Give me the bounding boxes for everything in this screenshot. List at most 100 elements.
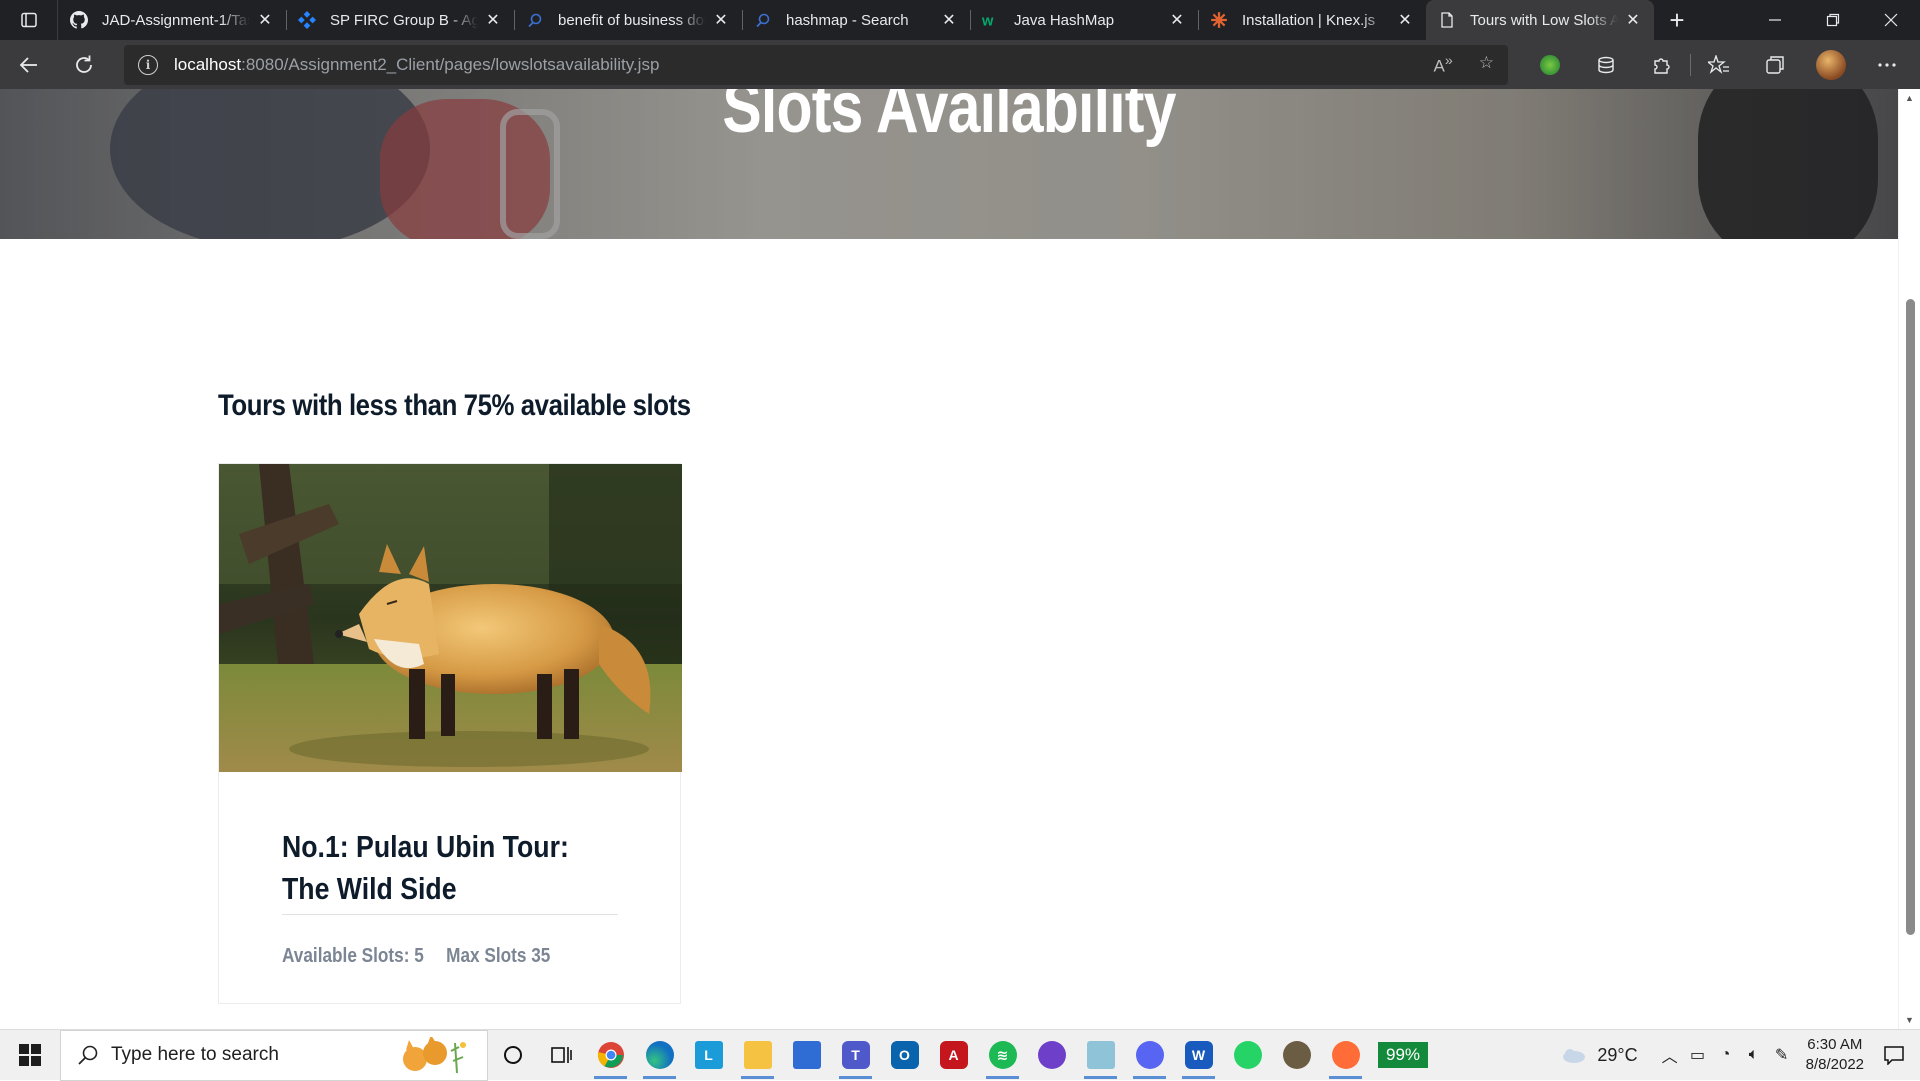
url-host: localhost	[174, 54, 242, 74]
browser-tab-strip: JAD-Assignment-1/Tasks ✕ SP FIRC Group B…	[0, 0, 1920, 40]
teams-app-icon[interactable]: T	[831, 1030, 880, 1081]
task-view-button[interactable]	[537, 1030, 586, 1081]
add-favorite-icon[interactable]: ☆	[1479, 53, 1494, 77]
tour-card[interactable]: No.1: Pulau Ubin Tour: The Wild Side Ava…	[218, 463, 682, 1004]
address-bar[interactable]: i localhost:8080/Assignment2_Client/page…	[124, 44, 1508, 85]
new-tab-button[interactable]: +	[1654, 0, 1700, 40]
tab-sp-firc[interactable]: SP FIRC Group B - Agile ✕	[286, 0, 514, 40]
file-explorer-icon[interactable]	[733, 1030, 782, 1081]
tab-hashmap-search[interactable]: hashmap - Search ✕	[742, 0, 970, 40]
edge-app-icon[interactable]	[635, 1030, 684, 1081]
chevron-up-icon[interactable]: ︿	[1656, 1043, 1684, 1067]
reload-button[interactable]	[56, 40, 112, 89]
tour-title[interactable]: No.1: Pulau Ubin Tour: The Wild Side	[282, 826, 617, 914]
tab-low-slots[interactable]: Tours with Low Slots Availability ✕	[1426, 0, 1654, 40]
tab-benefit-business[interactable]: benefit of business domains ✕	[514, 0, 742, 40]
tab-actions-button[interactable]	[0, 0, 58, 40]
pen-icon[interactable]: ✎	[1768, 1045, 1796, 1065]
fox-photo[interactable]	[219, 464, 682, 772]
tab-close-icon[interactable]: ✕	[256, 11, 274, 29]
windows-taskbar: Type here to search L T O A ≋ W 99% 29°C…	[0, 1029, 1920, 1081]
reload-icon	[76, 55, 92, 73]
tab-title: Installation | Knex.js	[1242, 11, 1376, 29]
hero-title: Slots Availability	[722, 89, 1176, 148]
arrow-left-icon	[19, 56, 37, 73]
extension-globe-icon[interactable]	[1522, 40, 1578, 89]
more-menu-icon[interactable]	[1859, 40, 1915, 89]
tab-title: hashmap - Search	[786, 11, 909, 29]
available-slots: Available Slots: 5	[282, 945, 424, 967]
favorites-icon[interactable]	[1691, 40, 1747, 89]
clock[interactable]: 6:30 AM 8/8/2022	[1806, 1035, 1864, 1075]
taskbar-search-input[interactable]: Type here to search	[60, 1029, 488, 1081]
extensions-puzzle-icon[interactable]	[1634, 40, 1690, 89]
outlook-app-icon[interactable]: O	[880, 1030, 929, 1081]
scroll-up-icon[interactable]: ▲	[1899, 89, 1920, 107]
tab-title: SP FIRC Group B - Agile	[330, 11, 478, 29]
tab-close-icon[interactable]: ✕	[712, 11, 730, 29]
card-divider	[282, 914, 618, 915]
tab-knex-installation[interactable]: Installation | Knex.js ✕	[1198, 0, 1426, 40]
spotify-app-icon[interactable]: ≋	[978, 1030, 1027, 1081]
notifications-icon[interactable]	[1880, 1045, 1908, 1065]
close-window-button[interactable]	[1862, 0, 1920, 40]
clock-date: 8/8/2022	[1805, 1056, 1864, 1073]
scroll-down-icon[interactable]: ▼	[1899, 1011, 1920, 1029]
start-button[interactable]	[0, 1030, 60, 1081]
profile-avatar[interactable]	[1803, 40, 1859, 89]
store-app-icon[interactable]	[782, 1030, 831, 1081]
github-icon	[70, 11, 88, 29]
tab-close-icon[interactable]: ✕	[484, 11, 502, 29]
collections-icon[interactable]	[1747, 40, 1803, 89]
chrome-app-icon[interactable]	[586, 1030, 635, 1081]
restore-button[interactable]	[1804, 0, 1862, 40]
lightshot-app-icon[interactable]: L	[684, 1030, 733, 1081]
back-button[interactable]	[0, 40, 56, 89]
svg-text:w: w	[982, 14, 994, 29]
scrollbar-thumb[interactable]	[1906, 299, 1915, 935]
github-desktop-icon[interactable]	[1027, 1030, 1076, 1081]
gimp-app-icon[interactable]	[1272, 1030, 1321, 1081]
search-highlight-cats-icon	[403, 1036, 466, 1073]
browser-toolbar: i localhost:8080/Assignment2_Client/page…	[0, 40, 1920, 89]
page-icon	[1438, 11, 1456, 29]
extension-toolbar	[1522, 40, 1915, 89]
extension-stack-icon[interactable]	[1578, 40, 1634, 89]
tab-close-icon[interactable]: ✕	[1396, 11, 1414, 29]
tab-actions-icon	[20, 12, 37, 28]
tab-close-icon[interactable]: ✕	[940, 11, 958, 29]
tab-title: Java HashMap	[1014, 11, 1115, 29]
read-aloud-icon[interactable]: A»	[1434, 53, 1453, 77]
volume-icon[interactable]: 🔈︎	[1740, 1046, 1768, 1064]
whatsapp-app-icon[interactable]	[1223, 1030, 1272, 1081]
window-controls	[1746, 0, 1920, 40]
tab-title: benefit of business domains	[558, 11, 706, 29]
notepad-app-icon[interactable]	[1076, 1030, 1125, 1081]
battery-indicator[interactable]: 99%	[1378, 1042, 1429, 1068]
weather-cloud-icon[interactable]	[1559, 1046, 1587, 1064]
page-viewport: Slots Availability Tours with less than …	[0, 89, 1898, 1029]
tab-close-icon[interactable]: ✕	[1168, 11, 1186, 29]
word-app-icon[interactable]: W	[1174, 1030, 1223, 1081]
search-icon	[754, 11, 772, 29]
page-scrollbar[interactable]: ▲ ▼	[1898, 89, 1920, 1029]
tab-title: Tours with Low Slots Availability	[1470, 11, 1618, 29]
discord-app-icon[interactable]	[1125, 1030, 1174, 1081]
tab-close-icon[interactable]: ✕	[1624, 11, 1642, 29]
max-slots: Max Slots 35	[446, 945, 551, 967]
url-path: :8080/Assignment2_Client/pages/lowslotsa…	[241, 54, 660, 74]
site-info-icon[interactable]: i	[138, 54, 158, 75]
tab-java-hashmap[interactable]: w Java HashMap ✕	[970, 0, 1198, 40]
temperature[interactable]: 29°C	[1597, 1045, 1637, 1066]
wifi-icon[interactable]: ◔	[1712, 1046, 1740, 1064]
cortana-button[interactable]	[488, 1030, 537, 1081]
acrobat-app-icon[interactable]: A	[929, 1030, 978, 1081]
battery-icon[interactable]: ▭	[1684, 1045, 1712, 1065]
w3schools-icon: w	[982, 11, 1000, 29]
postman-app-icon[interactable]	[1321, 1030, 1370, 1081]
tab-jad-assignment[interactable]: JAD-Assignment-1/Tasks ✕	[58, 0, 286, 40]
tour-card-body: No.1: Pulau Ubin Tour: The Wild Side Ava…	[219, 772, 680, 968]
tab-title: JAD-Assignment-1/Tasks	[102, 11, 250, 29]
minimize-button[interactable]	[1746, 0, 1804, 40]
clock-time: 6:30 AM	[1807, 1036, 1863, 1053]
